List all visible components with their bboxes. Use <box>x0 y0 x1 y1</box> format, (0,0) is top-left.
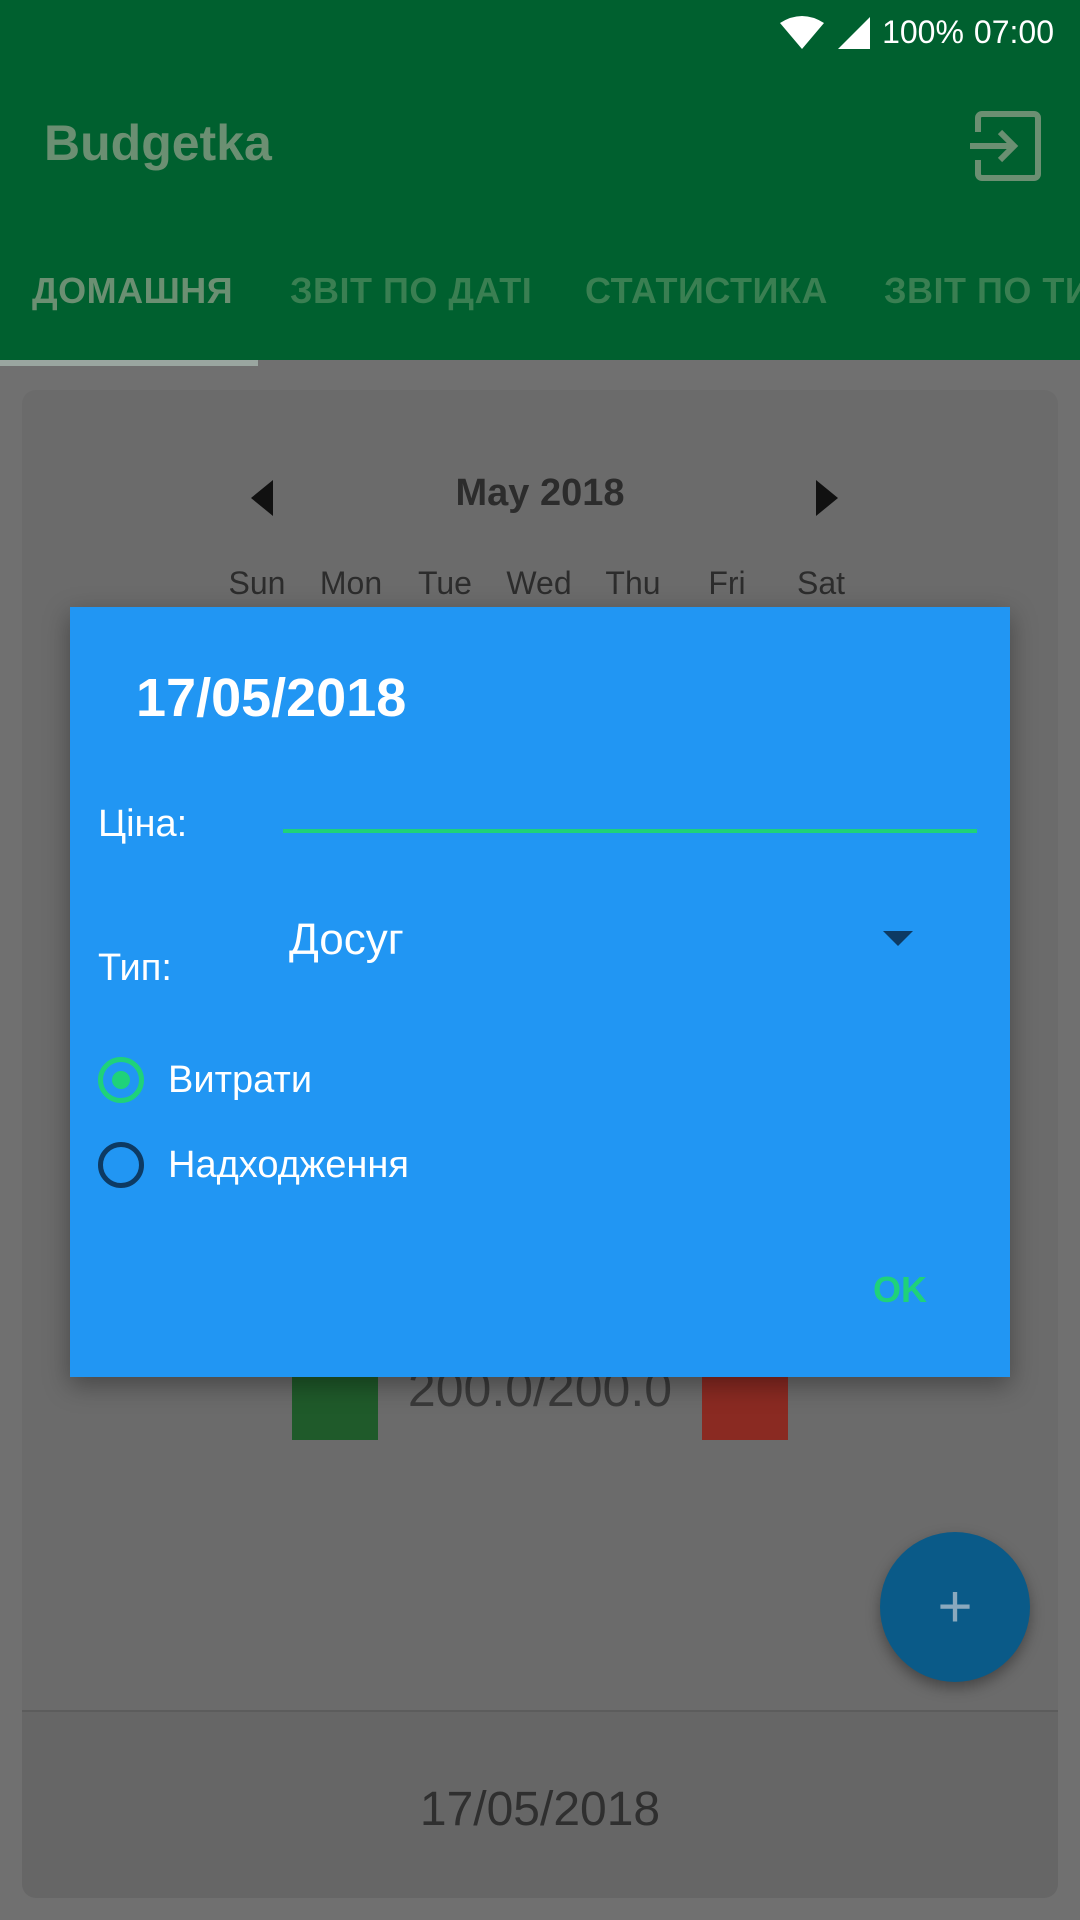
dow-label: Sun <box>228 565 286 601</box>
month-label: May 2018 <box>455 472 625 514</box>
radio-checked-icon <box>98 1057 144 1103</box>
app-title: Budgetka <box>44 115 272 171</box>
tab-statistics[interactable]: СТАТИСТИКА <box>585 270 828 312</box>
month-navigator: May 2018 <box>22 468 1058 528</box>
signal-icon <box>836 15 872 51</box>
next-month-button[interactable] <box>812 468 842 528</box>
type-value: Досуг <box>289 915 404 964</box>
tab-report-by-type[interactable]: ЗВІТ ПО ТИ <box>884 270 1080 312</box>
dow-label: Wed <box>506 565 572 601</box>
tab-bar: ДОМАШНЯ ЗВІТ ПО ДАТІ СТАТИСТИКА ЗВІТ ПО … <box>0 220 1080 360</box>
type-dropdown[interactable]: Досуг <box>283 907 973 977</box>
dow-label: Fri <box>708 565 746 601</box>
ok-button[interactable]: OK <box>840 1269 960 1329</box>
status-bar: 100% 07:00 <box>0 0 1080 64</box>
price-input[interactable] <box>283 757 977 833</box>
plus-icon: + <box>937 1573 973 1640</box>
logout-icon <box>970 111 1041 181</box>
tab-indicator <box>0 360 258 366</box>
radio-label: Надходження <box>168 1144 409 1186</box>
type-label: Тип: <box>98 947 172 989</box>
dropdown-arrow-icon <box>883 931 913 946</box>
wifi-icon <box>778 15 826 51</box>
tab-home[interactable]: ДОМАШНЯ <box>32 270 233 312</box>
radio-expenses[interactable]: Витрати <box>98 1047 698 1117</box>
dow-label: Mon <box>319 565 383 601</box>
logout-button[interactable] <box>966 104 1050 188</box>
selected-date: 17/05/2018 <box>419 1783 661 1836</box>
dow-label: Tue <box>418 565 472 601</box>
battery-level: 100% <box>882 14 964 50</box>
dow-label: Thu <box>605 565 661 601</box>
dow-label: Sat <box>796 565 846 601</box>
clock: 07:00 <box>973 14 1054 50</box>
arrow-right-icon <box>816 480 838 516</box>
status-right: 100% 07:00 <box>778 14 1054 51</box>
bottom-bar: 17/05/2018 <box>22 1710 1058 1898</box>
add-entry-dialog: 17/05/2018 Ціна: Тип: Досуг Витрати Надх… <box>70 607 1010 1377</box>
radio-unchecked-icon <box>98 1142 144 1188</box>
radio-income[interactable]: Надходження <box>98 1132 698 1202</box>
add-button[interactable]: + <box>880 1532 1030 1682</box>
radio-label: Витрати <box>168 1059 313 1101</box>
price-label: Ціна: <box>98 803 188 845</box>
tab-report-by-date[interactable]: ЗВІТ ПО ДАТІ <box>290 270 532 312</box>
dialog-title: 17/05/2018 <box>136 668 407 728</box>
